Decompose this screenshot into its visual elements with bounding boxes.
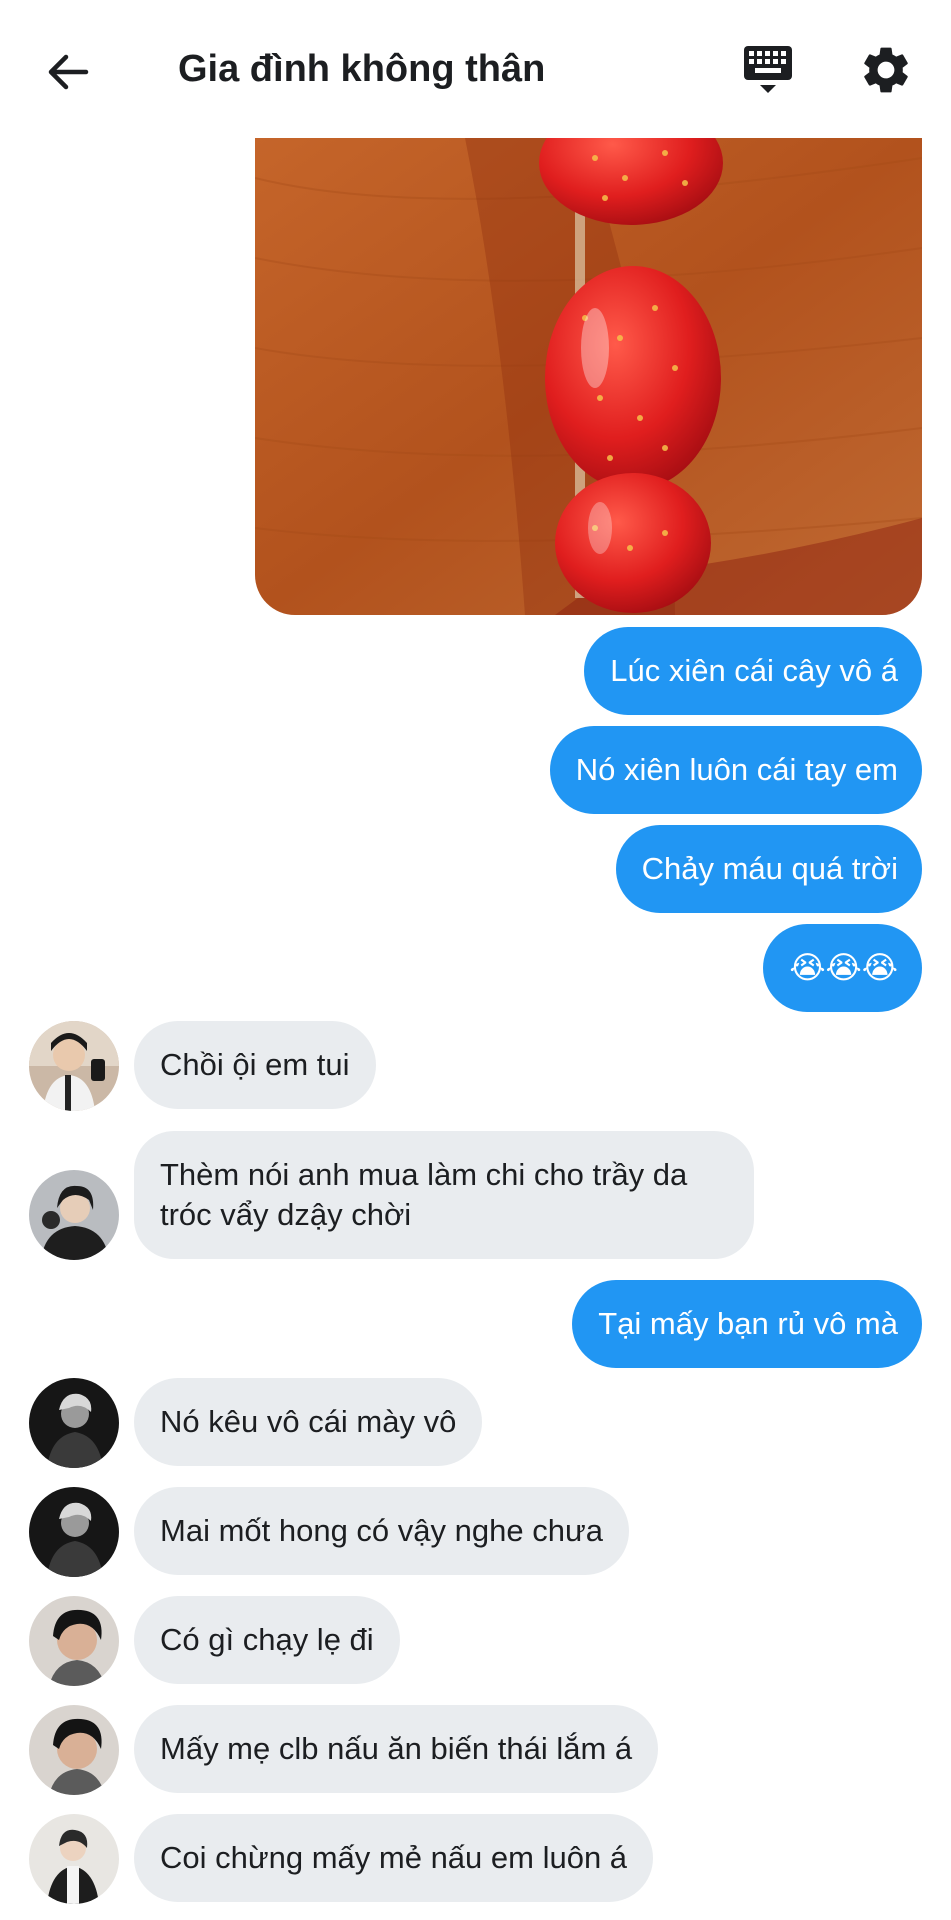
avatar[interactable] [29,1378,119,1468]
chat-header: Gia đình không thân [0,0,951,138]
chat-title: Gia đình không thân [178,48,546,90]
message-bubble-incoming[interactable]: Mấy mẹ clb nấu ăn biến thái lắm á [134,1705,659,1793]
message-bubble-incoming[interactable]: Coi chừng mấy mẻ nấu em luôn á [134,1814,654,1902]
message-bubble-incoming[interactable]: Có gì chạy lẹ đi [134,1596,400,1684]
message-bubble-incoming[interactable]: Nó kêu vô cái mày vô [134,1378,483,1466]
message-bubble-outgoing[interactable]: 😭😭😭 [763,924,922,1012]
avatar[interactable] [29,1705,119,1795]
avatar[interactable] [29,1814,119,1904]
gear-icon [864,47,908,93]
message-bubble-outgoing[interactable]: Lúc xiên cái cây vô á [584,627,922,715]
back-button[interactable] [40,44,96,100]
avatar[interactable] [29,1596,119,1686]
avatar[interactable] [29,1170,119,1260]
arrow-left-icon [48,54,89,90]
message-bubble-incoming[interactable]: Thèm nói anh mua làm chi cho trầy da tró… [134,1131,754,1259]
message-bubble-outgoing[interactable]: Tại mấy bạn rủ vô mà [572,1280,922,1368]
message-bubble-outgoing[interactable]: Nó xiên luôn cái tay em [549,726,922,814]
settings-button[interactable] [858,42,914,98]
avatar[interactable] [29,1021,119,1111]
message-bubble-incoming[interactable]: Chồi ội em tui [134,1021,376,1109]
keyboard-icon [744,46,792,93]
avatar[interactable] [29,1487,119,1577]
shared-photo[interactable] [255,138,922,615]
message-bubble-incoming[interactable]: Mai mốt hong có vậy nghe chưa [134,1487,629,1575]
message-bubble-outgoing[interactable]: Chảy máu quá trời [615,825,922,913]
keyboard-button[interactable] [740,42,796,98]
